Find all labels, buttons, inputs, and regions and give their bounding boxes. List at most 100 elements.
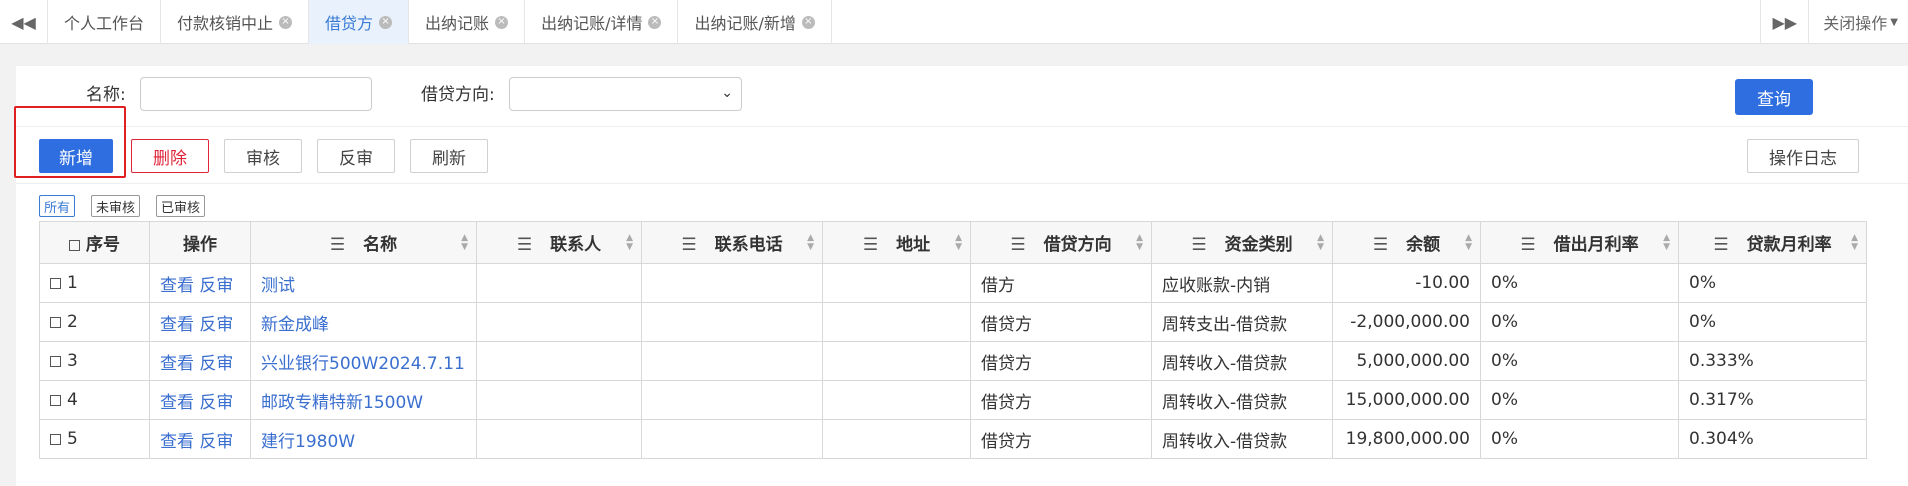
menu-icon[interactable]: ☰ (1520, 235, 1535, 255)
table-row[interactable]: 5 查看 反审 建行1980W 借贷方 周转收入-借贷款 19,800,000.… (39, 419, 1867, 459)
audit-button[interactable]: 审核 (224, 139, 302, 173)
sort-icon[interactable]: ▲ ▼ (461, 234, 468, 252)
column-header-balance[interactable]: ☰ 余额 ▲ ▼ (1332, 221, 1481, 264)
tab-bar-right: ▶▶ 关闭操作 ▼ (1760, 0, 1908, 44)
name-input[interactable] (140, 77, 372, 111)
toolbar: 新增 删除 审核 反审 刷新 操作日志 (16, 127, 1908, 184)
filter-audited[interactable]: 已审核 (156, 195, 206, 217)
menu-icon[interactable]: ☰ (1373, 235, 1388, 255)
sort-icon[interactable]: ▲ ▼ (626, 234, 633, 252)
table-row[interactable]: 2 查看 反审 新金成峰 借贷方 周转支出-借贷款 -2,000,000.00 … (39, 302, 1867, 342)
menu-icon[interactable]: ☰ (1191, 235, 1206, 255)
category-cell: 周转收入-借贷款 (1151, 419, 1333, 459)
refresh-button[interactable]: 刷新 (410, 139, 488, 173)
row-checkbox[interactable] (50, 394, 61, 406)
column-header-phone[interactable]: ☰ 联系电话 ▲ ▼ (641, 221, 823, 264)
tab-cashier-entry-detail[interactable]: 出纳记账/详情 × (525, 0, 679, 44)
operation-log-button[interactable]: 操作日志 (1747, 139, 1859, 173)
unaudit-button[interactable]: 反审 (317, 139, 395, 173)
menu-icon[interactable]: ☰ (517, 235, 532, 255)
search-form: 名称: 借贷方向: ⌄ 查询 (16, 66, 1908, 127)
category-cell: 周转收入-借贷款 (1151, 380, 1333, 420)
filter-all[interactable]: 所有 (39, 195, 76, 217)
menu-icon[interactable]: ☰ (1713, 235, 1728, 255)
menu-icon[interactable]: ☰ (863, 235, 878, 255)
loan-rate-cell: 0% (1678, 263, 1867, 303)
lend-rate-cell: 0% (1480, 419, 1679, 459)
name-link[interactable]: 邮政专精特新1500W (261, 393, 423, 413)
column-header-contact[interactable]: ☰ 联系人 ▲ ▼ (476, 221, 642, 264)
direction-select[interactable]: ⌄ (509, 77, 742, 111)
unaudit-link[interactable]: 反审 (199, 315, 233, 335)
tab-payment-writeoff-stop[interactable]: 付款核销中止 × (161, 0, 310, 44)
table-row[interactable]: 1 查看 反审 测试 借方 应收账款-内销 -10.00 0% 0% (39, 263, 1867, 303)
column-header-category[interactable]: ☰ 资金类别 ▲ ▼ (1151, 221, 1333, 264)
close-icon[interactable]: × (648, 15, 662, 29)
balance-cell: -2,000,000.00 (1332, 302, 1481, 342)
tab-debit-credit[interactable]: 借贷方 × (309, 0, 410, 44)
column-header-lend-rate[interactable]: ☰ 借出月利率 ▲ ▼ (1480, 221, 1679, 264)
address-cell (822, 419, 971, 459)
filter-unaudited[interactable]: 未审核 (91, 195, 141, 217)
name-link[interactable]: 建行1980W (261, 432, 355, 452)
table-row[interactable]: 4 查看 反审 邮政专精特新1500W 借贷方 周转收入-借贷款 15,000,… (39, 380, 1867, 420)
column-header-index[interactable]: 序号 (39, 221, 150, 264)
tab-personal-workbench[interactable]: 个人工作台 (48, 0, 162, 44)
close-icon[interactable]: × (379, 15, 393, 29)
select-all-checkbox[interactable] (69, 239, 80, 251)
table-row[interactable]: 3 查看 反审 兴业银行500W2024.7.11 借贷方 周转收入-借贷款 5… (39, 341, 1867, 381)
sort-icon[interactable]: ▲ ▼ (1663, 234, 1670, 252)
column-header-address[interactable]: ☰ 地址 ▲ ▼ (822, 221, 971, 264)
unaudit-link[interactable]: 反审 (199, 354, 233, 374)
column-header-actions: 操作 (149, 221, 251, 264)
lend-rate-cell: 0% (1480, 263, 1679, 303)
phone-cell (641, 380, 823, 420)
close-icon[interactable]: × (279, 15, 293, 29)
column-header-loan-rate[interactable]: ☰ 贷款月利率 ▲ ▼ (1678, 221, 1867, 264)
delete-button[interactable]: 删除 (131, 139, 209, 173)
menu-icon[interactable]: ☰ (330, 235, 345, 255)
unaudit-link[interactable]: 反审 (199, 276, 233, 296)
row-checkbox[interactable] (50, 316, 61, 328)
tab-cashier-entry-new[interactable]: 出纳记账/新增 × (678, 0, 832, 44)
tab-list: 个人工作台 付款核销中止 × 借贷方 × 出纳记账 × 出纳记账/详情 × 出纳记账/新… (48, 0, 832, 44)
row-actions-cell: 查看 反审 (149, 263, 251, 303)
tab-scroll-left-button[interactable]: ◀◀ (0, 0, 48, 44)
tab-bar: ◀◀ 个人工作台 付款核销中止 × 借贷方 × 出纳记账 × 出纳记账/详情 × 出纳记… (0, 0, 1908, 44)
tab-cashier-entry[interactable]: 出纳记账 × (409, 0, 526, 44)
double-chevron-right-icon: ▶▶ (1772, 12, 1798, 32)
sort-icon[interactable]: ▲ ▼ (1465, 234, 1472, 252)
view-link[interactable]: 查看 (160, 276, 194, 296)
view-link[interactable]: 查看 (160, 393, 194, 413)
close-icon[interactable]: × (801, 15, 815, 29)
view-link[interactable]: 查看 (160, 315, 194, 335)
tab-scroll-right-button[interactable]: ▶▶ (1760, 0, 1808, 44)
name-cell: 邮政专精特新1500W (250, 380, 477, 420)
unaudit-link[interactable]: 反审 (199, 393, 233, 413)
unaudit-link[interactable]: 反审 (199, 432, 233, 452)
column-header-direction[interactable]: ☰ 借贷方向 ▲ ▼ (970, 221, 1152, 264)
name-link[interactable]: 测试 (261, 276, 295, 296)
name-cell: 建行1980W (250, 419, 477, 459)
sort-icon[interactable]: ▲ ▼ (807, 234, 814, 252)
sort-icon[interactable]: ▲ ▼ (1136, 234, 1143, 252)
sort-icon[interactable]: ▲ ▼ (955, 234, 962, 252)
menu-icon[interactable]: ☰ (1010, 235, 1025, 255)
row-checkbox[interactable] (50, 277, 61, 289)
name-link[interactable]: 新金成峰 (261, 315, 329, 335)
loan-rate-cell: 0.317% (1678, 380, 1867, 420)
sort-icon[interactable]: ▲ ▼ (1851, 234, 1858, 252)
query-button[interactable]: 查询 (1735, 79, 1813, 115)
menu-icon[interactable]: ☰ (681, 235, 696, 255)
row-checkbox[interactable] (50, 355, 61, 367)
view-link[interactable]: 查看 (160, 354, 194, 374)
column-header-name[interactable]: ☰ 名称 ▲ ▼ (250, 221, 477, 264)
close-icon[interactable]: × (495, 15, 509, 29)
audit-status-filter: 所有 未审核 已审核 (39, 195, 206, 217)
name-link[interactable]: 兴业银行500W2024.7.11 (261, 354, 465, 374)
row-checkbox[interactable] (50, 433, 61, 445)
row-index-cell: 3 (39, 341, 150, 381)
close-operations-dropdown[interactable]: 关闭操作 ▼ (1808, 0, 1908, 44)
sort-icon[interactable]: ▲ ▼ (1317, 234, 1324, 252)
view-link[interactable]: 查看 (160, 432, 194, 452)
